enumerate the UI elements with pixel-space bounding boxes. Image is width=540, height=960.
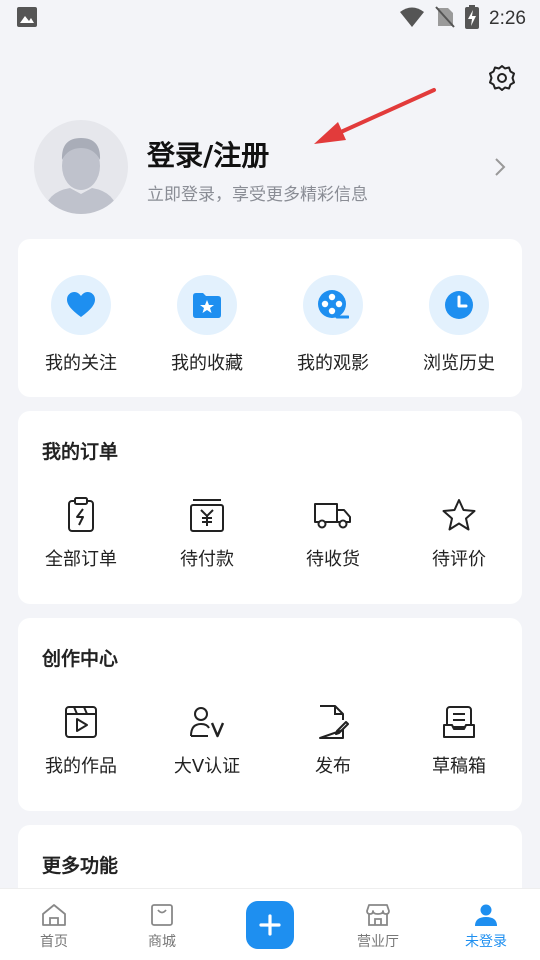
creator-title: 创作中心	[42, 648, 119, 670]
image-notification-icon	[16, 6, 38, 32]
verified-v-item[interactable]: 大V认证	[144, 702, 270, 778]
nav-label: 首页	[40, 934, 68, 950]
gear-icon	[489, 65, 515, 91]
nav-mall[interactable]: 商城	[108, 889, 216, 960]
add-button[interactable]	[246, 901, 294, 949]
battery-charging-icon	[465, 5, 480, 33]
my-movies-item[interactable]: 我的观影	[270, 275, 396, 375]
nav-label: 商城	[148, 934, 176, 950]
order-label: 待评价	[432, 549, 486, 570]
payment-icon	[187, 495, 227, 535]
truck-icon	[313, 495, 353, 535]
heart-icon	[51, 275, 111, 335]
home-icon	[42, 904, 66, 926]
clipboard-icon	[61, 495, 101, 535]
publish-item[interactable]: 发布	[270, 702, 396, 778]
settings-button[interactable]	[488, 64, 516, 92]
nav-add[interactable]	[216, 889, 324, 960]
bag-icon	[151, 904, 173, 926]
avatar[interactable]	[34, 120, 128, 214]
nav-business-hall[interactable]: 营业厅	[324, 889, 432, 960]
star-folder-icon	[177, 275, 237, 335]
video-icon	[61, 702, 101, 742]
login-register-title[interactable]: 登录/注册	[147, 134, 269, 174]
all-orders-item[interactable]: 全部订单	[18, 495, 144, 571]
status-bar: 2:26	[0, 0, 540, 38]
order-label: 全部订单	[45, 549, 117, 570]
login-subtitle: 立即登录，享受更多精彩信息	[147, 185, 368, 205]
nav-home[interactable]: 首页	[0, 889, 108, 960]
star-icon	[439, 495, 479, 535]
film-reel-icon	[303, 275, 363, 335]
quick-link-label: 我的关注	[45, 353, 117, 374]
nav-not-logged-in[interactable]: 未登录	[432, 889, 540, 960]
drafts-icon	[439, 702, 479, 742]
wifi-icon	[399, 6, 425, 32]
creator-label: 我的作品	[45, 756, 117, 777]
status-time: 2:26	[489, 8, 526, 29]
creator-label: 发布	[315, 756, 351, 777]
quick-link-label: 浏览历史	[423, 353, 495, 374]
my-follows-item[interactable]: 我的关注	[18, 275, 144, 375]
clock-icon	[429, 275, 489, 335]
more-title: 更多功能	[42, 855, 119, 877]
chevron-right-icon[interactable]	[490, 154, 510, 180]
order-label: 待收货	[306, 549, 360, 570]
edit-doc-icon	[313, 702, 353, 742]
nav-label: 未登录	[465, 934, 507, 950]
orders-title: 我的订单	[42, 441, 119, 463]
pending-payment-item[interactable]: 待付款	[144, 495, 270, 571]
pending-delivery-item[interactable]: 待收货	[270, 495, 396, 571]
store-icon	[366, 904, 390, 926]
orders-card: 我的订单 全部订单 待付款 待收货 待评价	[18, 411, 522, 604]
my-favorites-item[interactable]: 我的收藏	[144, 275, 270, 375]
quick-links-card: 我的关注 我的收藏 我的观影 浏览历史	[18, 239, 522, 397]
creator-center-card: 创作中心 我的作品 大V认证 发布 草稿箱	[18, 618, 522, 811]
browsing-history-item[interactable]: 浏览历史	[396, 275, 522, 375]
my-works-item[interactable]: 我的作品	[18, 702, 144, 778]
plus-icon	[259, 914, 281, 936]
quick-link-label: 我的收藏	[171, 353, 243, 374]
bottom-nav: 首页 商城 营业厅 未登录	[0, 888, 540, 960]
quick-link-label: 我的观影	[297, 353, 369, 374]
pending-review-item[interactable]: 待评价	[396, 495, 522, 571]
annotation-arrow	[314, 88, 436, 144]
user-icon	[475, 904, 497, 926]
creator-label: 草稿箱	[432, 756, 486, 777]
nav-label: 营业厅	[357, 934, 399, 950]
no-sim-icon	[435, 6, 455, 32]
order-label: 待付款	[180, 549, 234, 570]
drafts-item[interactable]: 草稿箱	[396, 702, 522, 778]
user-v-icon	[187, 702, 227, 742]
creator-label: 大V认证	[173, 756, 241, 777]
